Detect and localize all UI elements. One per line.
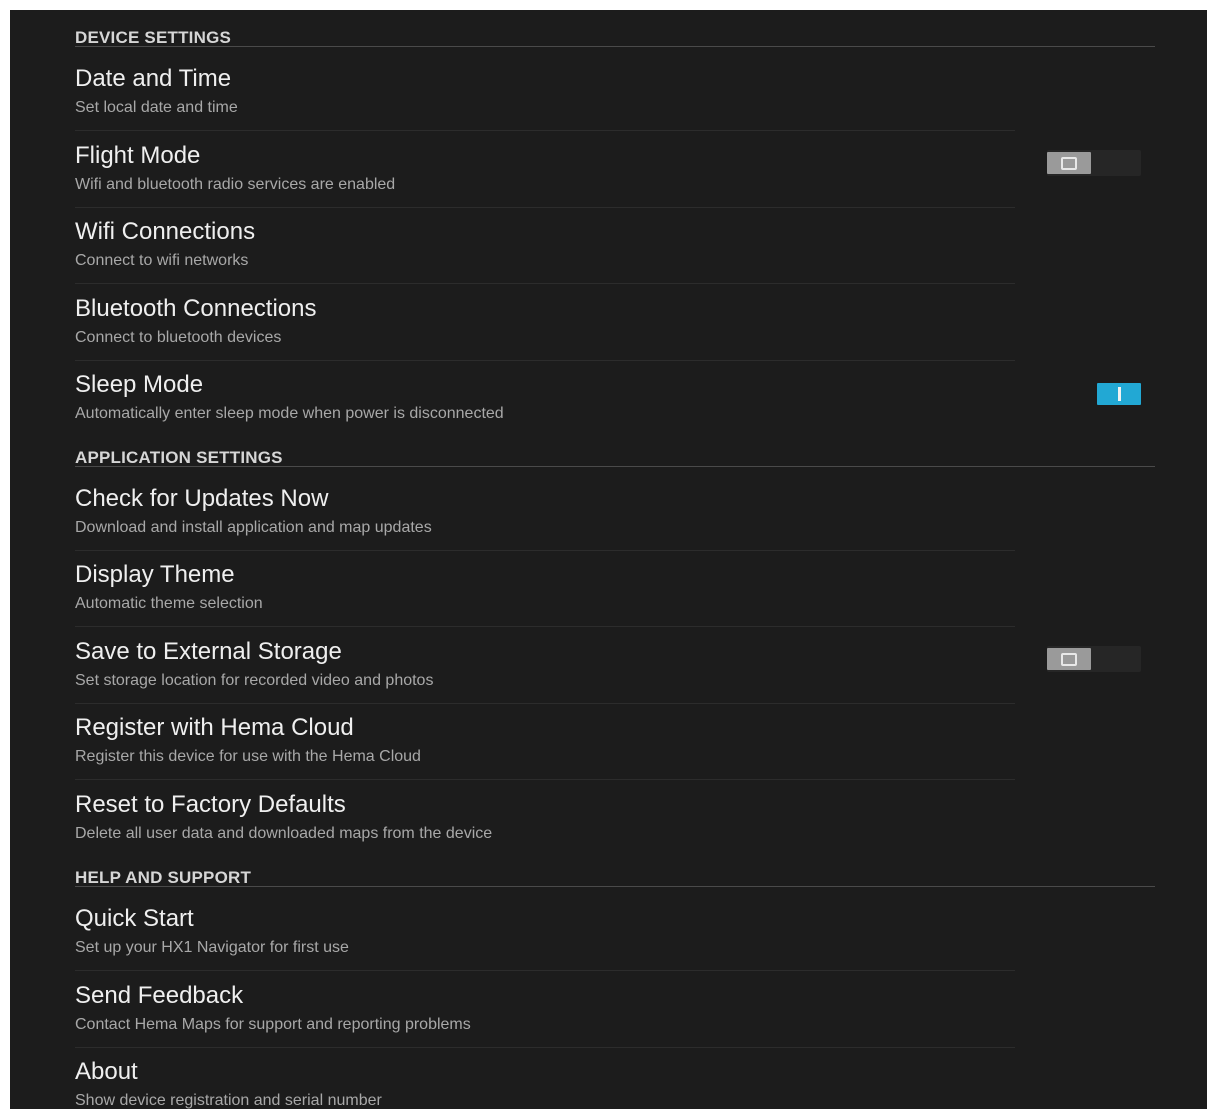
toggle-off-icon [1061,652,1077,666]
setting-title: Quick Start [75,905,194,932]
setting-reset-to-factory-defaults[interactable]: Reset to Factory Defaults Delete all use… [75,781,1155,857]
setting-subtitle: Show device registration and serial numb… [75,1092,382,1109]
row-divider [75,779,1015,780]
setting-subtitle: Register this device for use with the He… [75,748,421,765]
setting-subtitle: Set up your HX1 Navigator for first use [75,939,349,956]
row-divider [75,970,1015,971]
setting-title: Bluetooth Connections [75,295,317,322]
setting-subtitle: Download and install application and map… [75,519,432,536]
section-header-device-settings: DEVICE SETTINGS [75,18,1155,47]
setting-subtitle: Set storage location for recorded video … [75,672,434,689]
setting-subtitle: Contact Hema Maps for support and report… [75,1016,471,1033]
setting-subtitle: Wifi and bluetooth radio services are en… [75,176,396,193]
setting-quick-start[interactable]: Quick Start Set up your HX1 Navigator fo… [75,895,1155,971]
setting-title: Reset to Factory Defaults [75,791,346,818]
setting-register-with-hema-cloud[interactable]: Register with Hema Cloud Register this d… [75,704,1155,780]
toggle-thumb [1047,152,1091,174]
section-header-label: APPLICATION SETTINGS [75,448,283,467]
setting-title: Register with Hema Cloud [75,714,354,741]
setting-subtitle: Set local date and time [75,99,238,116]
setting-title: Save to External Storage [75,638,342,665]
setting-sleep-mode[interactable]: Sleep Mode Automatically enter sleep mod… [75,361,1155,437]
setting-subtitle: Automatically enter sleep mode when powe… [75,405,504,422]
sleep-mode-toggle[interactable] [1093,381,1143,407]
setting-title: Wifi Connections [75,218,256,245]
setting-send-feedback[interactable]: Send Feedback Contact Hema Maps for supp… [75,972,1155,1048]
section-header-help-and-support: HELP AND SUPPORT [75,858,1155,887]
setting-display-theme[interactable]: Display Theme Automatic theme selection [75,551,1155,627]
setting-check-for-updates[interactable]: Check for Updates Now Download and insta… [75,475,1155,551]
external-storage-toggle[interactable] [1047,646,1141,672]
toggle-on-icon [1117,387,1121,401]
setting-title: Display Theme [75,561,235,588]
section-header-label: DEVICE SETTINGS [75,28,232,47]
setting-title: Sleep Mode [75,371,204,398]
section-header-application-settings: APPLICATION SETTINGS [75,438,1155,467]
setting-title: About [75,1058,138,1085]
toggle-thumb [1047,648,1091,670]
setting-date-and-time[interactable]: Date and Time Set local date and time [75,55,1155,131]
toggle-off-icon [1061,156,1077,170]
setting-subtitle: Connect to wifi networks [75,252,249,269]
setting-subtitle: Delete all user data and downloaded maps… [75,825,493,842]
setting-title: Flight Mode [75,142,201,169]
toggle-thumb [1097,383,1141,405]
setting-about[interactable]: About Show device registration and seria… [75,1048,1155,1109]
setting-title: Check for Updates Now [75,485,329,512]
row-divider [75,283,1015,284]
setting-subtitle: Connect to bluetooth devices [75,329,282,346]
row-divider [75,130,1015,131]
setting-subtitle: Automatic theme selection [75,595,263,612]
section-header-label: HELP AND SUPPORT [75,868,252,887]
setting-title: Send Feedback [75,982,244,1009]
setting-title: Date and Time [75,65,232,92]
row-divider [75,626,1015,627]
setting-flight-mode[interactable]: Flight Mode Wifi and bluetooth radio ser… [75,132,1155,208]
setting-bluetooth-connections[interactable]: Bluetooth Connections Connect to bluetoo… [75,285,1155,361]
setting-wifi-connections[interactable]: Wifi Connections Connect to wifi network… [75,208,1155,284]
flight-mode-toggle[interactable] [1047,150,1141,176]
settings-screen: DEVICE SETTINGS Date and Time Set local … [10,10,1207,1109]
setting-save-to-external-storage[interactable]: Save to External Storage Set storage loc… [75,628,1155,704]
